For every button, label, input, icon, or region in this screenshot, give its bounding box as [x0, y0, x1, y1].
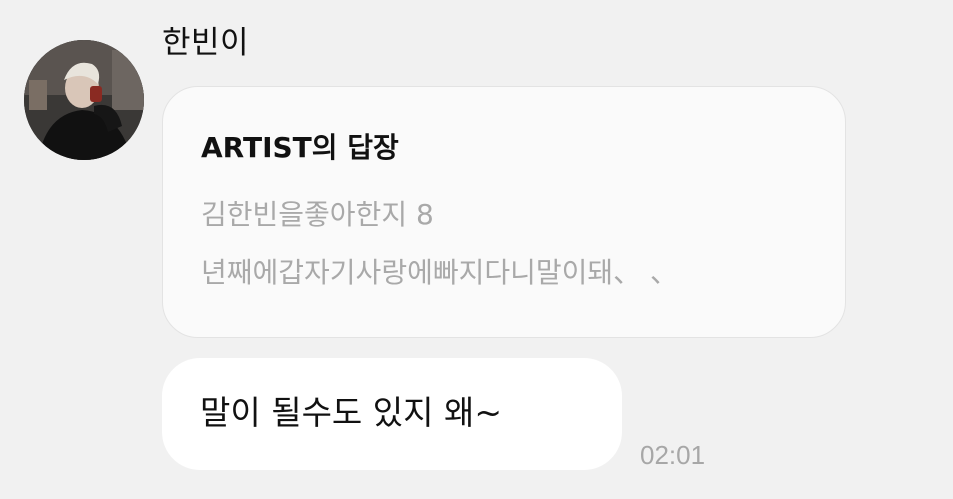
quoted-message-line: 김한빈을좋아한지 8: [201, 198, 434, 231]
quoted-message-line: 년째에갑자기사랑에빠지다니말이돼、 、: [201, 256, 679, 289]
avatar[interactable]: [24, 40, 144, 160]
sender-name: 한빈이: [162, 25, 250, 61]
reply-header: ARTIST의 답장: [201, 131, 399, 164]
message-timestamp: 02:01: [640, 440, 706, 470]
artist-reply-bubble[interactable]: ARTIST의 답장 김한빈을좋아한지 8 년째에갑자기사랑에빠지다니말이돼、 …: [162, 86, 846, 338]
message-text: 말이 될수도 있지 왜~: [200, 393, 502, 432]
avatar-photo-icon: [24, 40, 144, 160]
message-bubble[interactable]: 말이 될수도 있지 왜~: [162, 358, 622, 470]
